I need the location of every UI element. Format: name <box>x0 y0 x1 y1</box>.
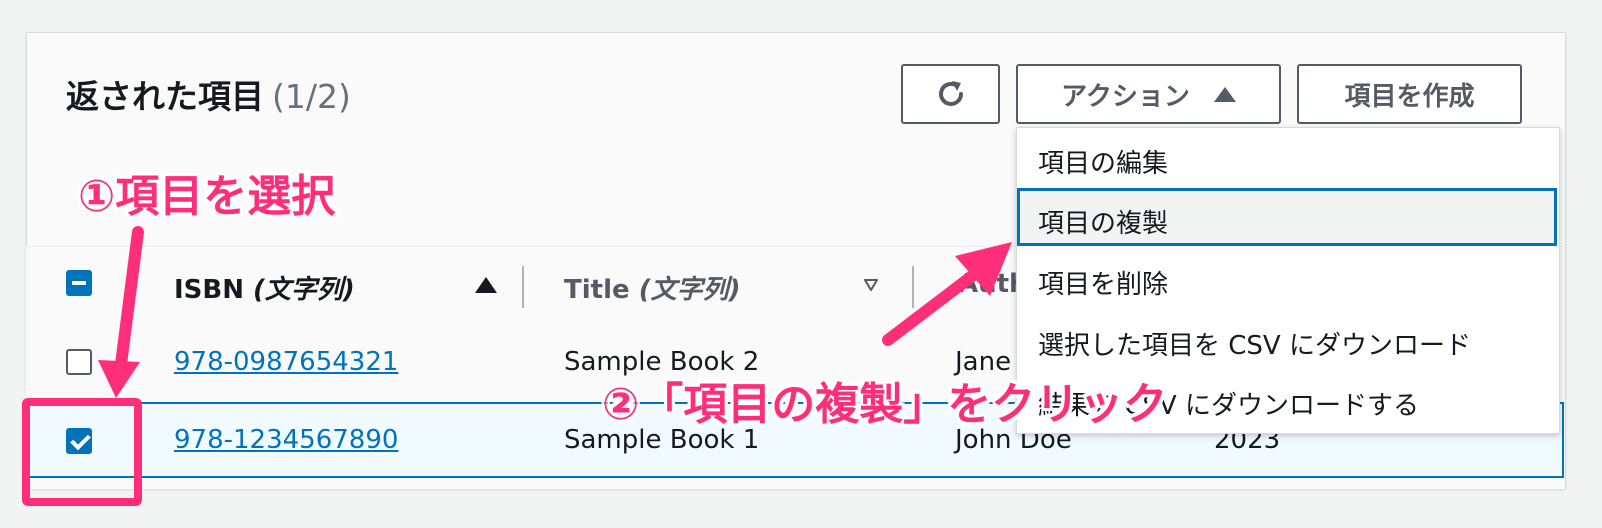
actions-button[interactable]: アクション <box>1016 64 1281 124</box>
column-header-title[interactable]: Title (文字列) <box>564 269 740 306</box>
annotation-highlight-box <box>22 398 142 506</box>
menu-item-download-selected-csv[interactable]: 選択した項目を CSV にダウンロード <box>1038 325 1471 362</box>
annotation-step-2: ②「項目の複製」をクリック <box>602 379 1168 430</box>
select-all-checkbox[interactable] <box>66 270 92 296</box>
page-title: 返された項目 (1/2) <box>66 70 351 118</box>
refresh-icon <box>938 81 963 106</box>
create-item-label: 項目を作成 <box>1344 81 1475 112</box>
column-divider[interactable] <box>522 266 524 308</box>
column-divider[interactable] <box>912 266 914 308</box>
menu-item-delete[interactable]: 項目を削除 <box>1038 264 1168 301</box>
caret-up-icon <box>1213 86 1236 102</box>
isbn-link[interactable]: 978-0987654321 <box>174 347 398 377</box>
create-item-button[interactable]: 項目を作成 <box>1297 64 1522 124</box>
page-title-text: 返された項目 <box>66 77 264 116</box>
menu-item-duplicate[interactable]: 項目の複製 <box>1038 203 1168 240</box>
menu-item-edit[interactable]: 項目の編集 <box>1038 143 1168 180</box>
actions-button-label: アクション <box>1061 81 1190 112</box>
column-title-name: Title <box>564 275 630 305</box>
isbn-link[interactable]: 978-1234567890 <box>174 425 398 455</box>
column-header-isbn[interactable]: ISBN (文字列) <box>174 269 355 306</box>
column-title-type: (文字列) <box>638 275 741 305</box>
column-isbn-name: ISBN <box>174 275 244 305</box>
sort-descending-icon[interactable] <box>864 279 878 291</box>
refresh-button[interactable] <box>901 64 1000 124</box>
item-count: (1/2) <box>272 77 351 116</box>
row-checkbox[interactable] <box>66 349 92 375</box>
sort-ascending-icon[interactable] <box>475 277 497 293</box>
annotation-step-1: ①項目を選択 <box>78 171 336 222</box>
column-isbn-type: (文字列) <box>253 275 355 305</box>
